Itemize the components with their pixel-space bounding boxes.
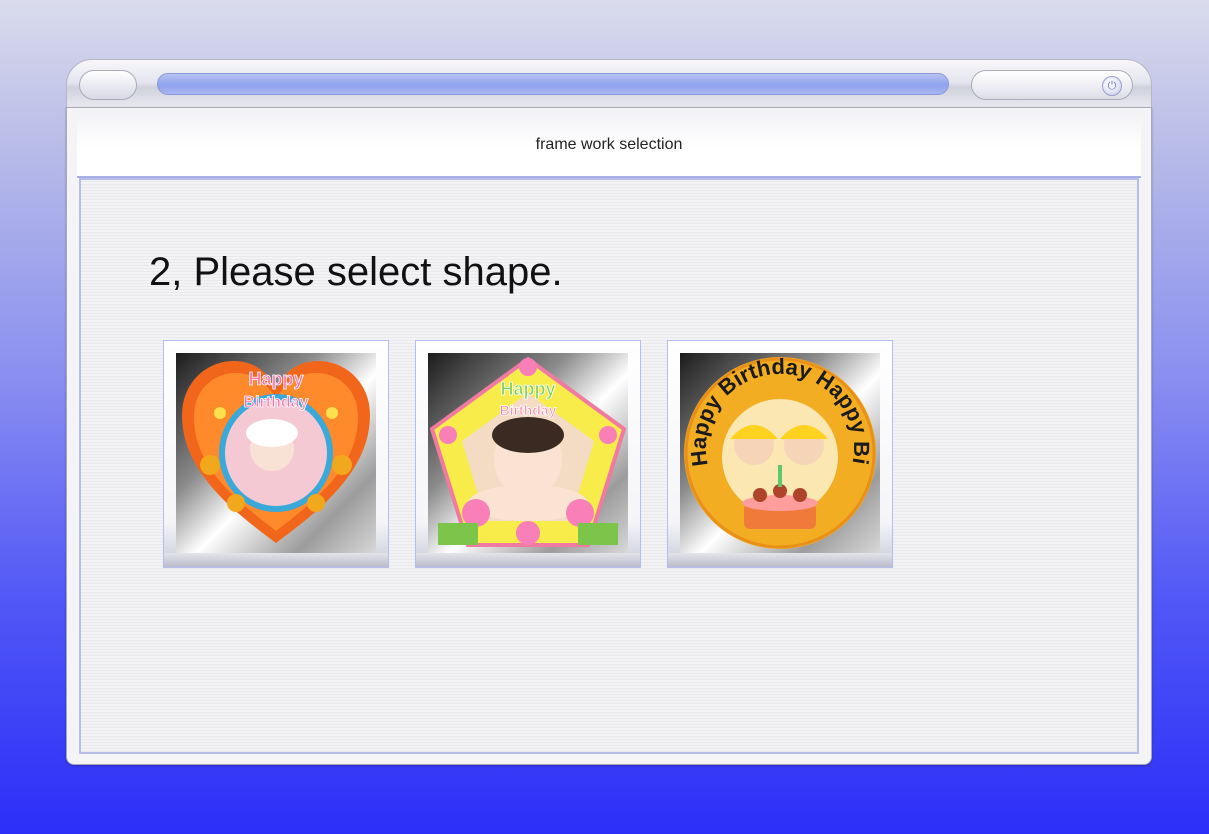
card-base <box>164 553 388 567</box>
heart-frame-thumbnail: Happy Birthday <box>176 353 376 553</box>
heart-caption-top: Happy <box>248 369 303 389</box>
shape-option-circle[interactable]: Happy Birthday Happy Birthday <box>667 340 893 568</box>
window-left-knob[interactable] <box>79 70 137 100</box>
pentagon-frame-thumbnail: Happy Birthday <box>428 353 628 553</box>
pentagon-caption-bottom: Birthday <box>500 402 557 418</box>
content-panel: 2, Please select shape. Happy Birthday H… <box>79 178 1139 754</box>
window-right-control: ⏻ <box>971 70 1133 100</box>
shape-option-pentagon[interactable]: Happy Birthday <box>415 340 641 568</box>
window-body: frame work selection 2, Please select sh… <box>66 107 1152 765</box>
app-window: ⏻ frame work selection 2, Please select … <box>66 59 1152 765</box>
window-chrome: ⏻ <box>66 59 1152 111</box>
title-bar: frame work selection <box>77 110 1141 178</box>
heart-caption-bottom: Birthday <box>244 394 309 411</box>
card-base <box>416 553 640 567</box>
power-icon[interactable]: ⏻ <box>1102 76 1122 96</box>
card-base <box>668 553 892 567</box>
pentagon-caption-top: Happy <box>500 379 555 399</box>
circle-frame-thumbnail: Happy Birthday Happy Birthday <box>680 353 880 553</box>
page-prompt: 2, Please select shape. <box>149 250 563 294</box>
window-title: frame work selection <box>535 136 683 153</box>
shape-option-heart[interactable]: Happy Birthday <box>163 340 389 568</box>
address-bar <box>157 73 949 95</box>
